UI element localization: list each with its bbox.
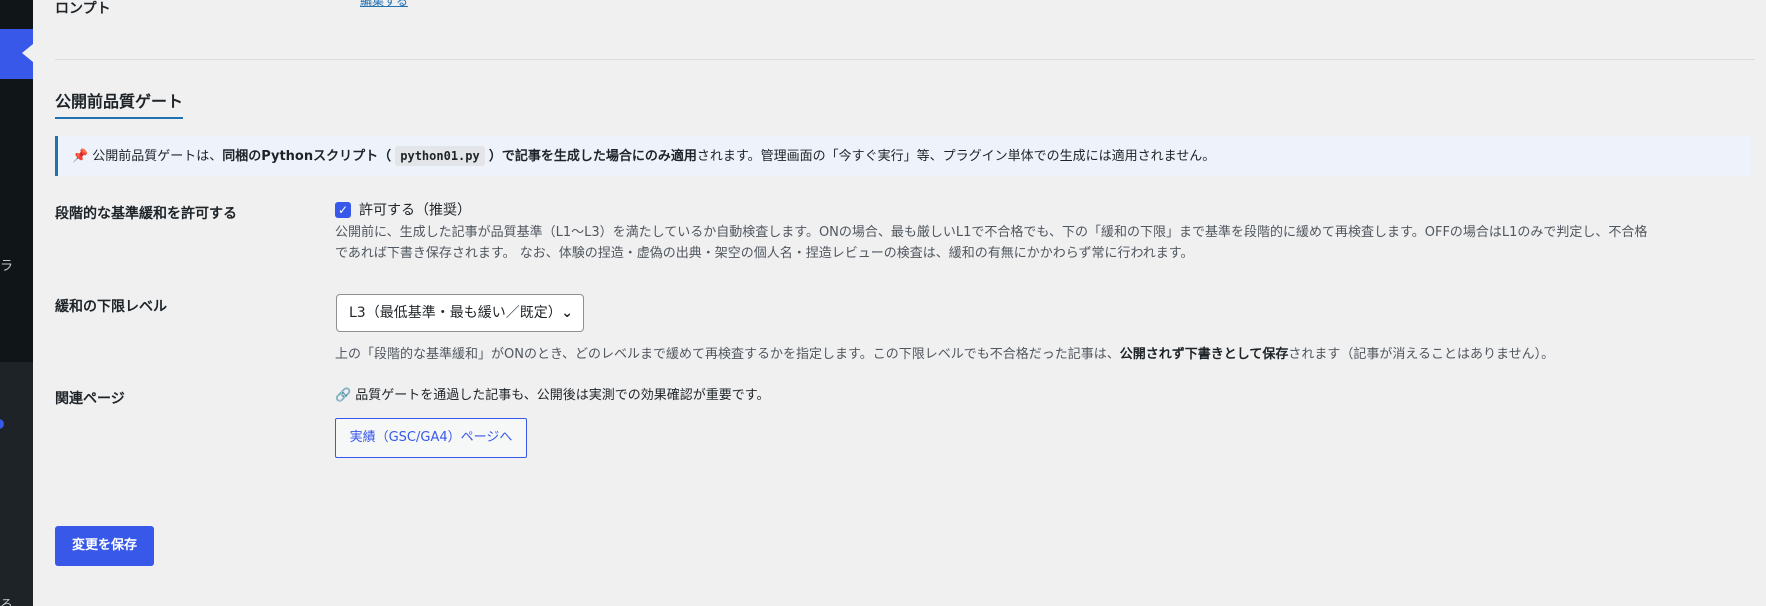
quality-gate-notice: 📌 公開前品質ゲートは、同梱のPythonスクリプト（ python01.py ）… xyxy=(55,136,1751,176)
notice-bold-text: 同梱のPythonスクリプト（ xyxy=(222,149,392,164)
relax-checkbox-label[interactable]: 許可する（推奨） xyxy=(359,203,471,219)
relax-row-label: 段階的な基準緩和を許可する xyxy=(55,206,237,222)
prompt-row-label: ロンプト xyxy=(55,1,111,17)
section-title: 公開前品質ゲート xyxy=(55,88,184,119)
notice-text: されます。管理画面の「今すぐ実行」等、プラグイン単体での生成には適用されません。 xyxy=(696,149,1216,164)
lower-limit-description: 上の「段階的な基準緩和」がONのとき、どのレベルまで緩めて再検査するかを指定しま… xyxy=(335,344,1554,365)
relax-description-line: 公開前に、生成した記事が品質基準（L1〜L3）を満たしているか自動検査します。O… xyxy=(335,225,1648,240)
relax-description: 公開前に、生成した記事が品質基準（L1〜L3）を満たしているか自動検査します。O… xyxy=(335,222,1647,264)
lower-limit-desc-bold: 公開されず下書きとして保存 xyxy=(1119,347,1289,362)
lower-limit-selected-value: L3（最低基準・最も緩い／既定） xyxy=(349,305,562,321)
lower-limit-desc-text: されます（記事が消えることはありません）。 xyxy=(1288,347,1555,362)
relax-description-line: であれば下書き保存されます。 なお、体験の捏造・虚偽の出典・架空の個人名・捏造レ… xyxy=(335,246,1194,261)
notice-bold-text: ）で記事を生成した場合にのみ適用 xyxy=(488,149,697,164)
lower-limit-desc-text: 上の「段階的な基準緩和」がONのとき、どのレベルまで緩めて再検査するかを指定しま… xyxy=(335,347,1120,362)
lower-limit-select[interactable]: L3（最低基準・最も緩い／既定） ⌄ xyxy=(336,294,584,332)
sidebar-active-notch xyxy=(22,44,33,62)
performance-page-button[interactable]: 実績（GSC/GA4）ページへ xyxy=(335,418,527,458)
lower-limit-row-label: 緩和の下限レベル xyxy=(55,299,167,315)
related-row-label: 関連ページ xyxy=(55,391,125,407)
sidebar-item-label[interactable]: ろ xyxy=(0,594,13,606)
notice-text: 公開前品質ゲートは、 xyxy=(92,149,223,164)
related-note-text: 品質ゲートを通過した記事も、公開後は実測での効果確認が重要です。 xyxy=(355,388,770,403)
link-icon: 🔗 xyxy=(335,388,352,403)
sidebar-notification-dot xyxy=(0,419,4,429)
admin-sidebar: ラ ろ xyxy=(0,0,33,606)
chevron-down-icon: ⌄ xyxy=(561,305,573,321)
sidebar-item-label[interactable]: ラ xyxy=(0,255,13,274)
pin-icon: 📌 xyxy=(72,149,89,164)
related-note: 🔗 品質ゲートを通過した記事も、公開後は実測での効果確認が重要です。 xyxy=(335,384,770,403)
section-divider xyxy=(55,59,1755,60)
notice-code: python01.py xyxy=(395,146,485,166)
settings-main: ロンプト 編集する 公開前品質ゲート 📌 公開前品質ゲートは、同梱のPythonス… xyxy=(33,0,1766,606)
relax-field: ✓ 許可する（推奨） xyxy=(335,199,471,220)
relax-checkbox[interactable]: ✓ xyxy=(335,201,351,218)
prompt-edit-link[interactable]: 編集する xyxy=(360,0,408,9)
save-button[interactable]: 変更を保存 xyxy=(55,526,154,566)
